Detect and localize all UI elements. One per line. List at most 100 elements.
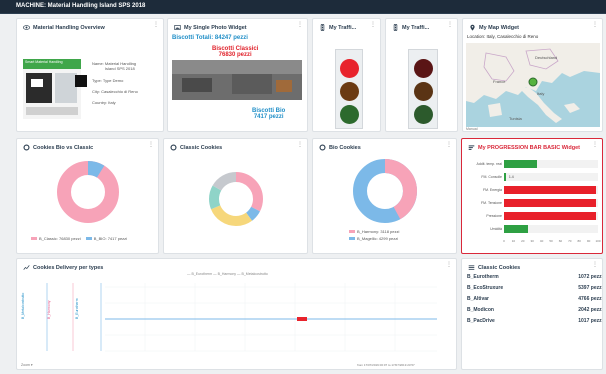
traffic-title-2: My Traffi... <box>402 24 430 31</box>
traffic-green-light <box>340 105 359 124</box>
traffic-menu-icon-2[interactable]: ⋮ <box>447 22 453 28</box>
progress-row-label: FM. Consolle <box>481 175 502 179</box>
photo-widget-menu-icon[interactable]: ⋮ <box>297 22 303 28</box>
delivery-chart[interactable] <box>25 279 445 361</box>
classic-cookies-title: Classic Cookies <box>180 144 223 151</box>
list-item-name: B_Altivar <box>467 296 489 302</box>
type-label: Type: <box>92 78 102 83</box>
zoom-control[interactable]: Zoom ▾ <box>21 363 33 367</box>
overview-photo-sign: Smart Material Handling <box>23 59 81 69</box>
progress-row-label: Umidità <box>490 227 502 231</box>
progress-tick-label: 100 <box>595 239 601 243</box>
map-view[interactable] <box>466 43 600 127</box>
photo-widget-title: My Single Photo Widget <box>184 24 247 31</box>
progress-bar-card: My PROGRESSION BAR BASIC Widget ⋮ Addit.… <box>461 138 603 254</box>
progress-tick-label: 0 <box>503 239 505 243</box>
city-label: City: <box>92 89 100 94</box>
progress-title: My PROGRESSION BAR BASIC Widget <box>478 144 581 151</box>
traffic-title-1: My Traffi... <box>329 24 357 31</box>
progress-tick-label: 80 <box>577 239 581 243</box>
bio-cookies-donut <box>353 159 417 223</box>
progress-tick-label: 90 <box>586 239 591 243</box>
progress-bars-icon <box>468 145 475 150</box>
classic-cookies-donut <box>209 172 263 226</box>
delivery-range: from 17/07/2019 00:07 to 17/07/2019 23:5… <box>357 363 415 367</box>
map-marker[interactable] <box>528 77 538 87</box>
traffic-light-1 <box>335 49 363 129</box>
bio-cookies-menu-icon[interactable]: ⋮ <box>446 142 452 148</box>
list-item-value: 4766 pezzi <box>578 296 603 302</box>
progress-value-text: 1.4 <box>508 175 514 179</box>
location-label: Location: <box>467 34 486 39</box>
delivery-card: Cookies Delivery per types ⋮ — B_Eurothe… <box>16 258 457 370</box>
bio-vs-classic-title: Cookies Bio vs Classic <box>33 144 94 151</box>
traffic-light-icon <box>320 24 325 31</box>
bio-value: 7417 pezzi <box>253 114 284 120</box>
overview-title: Material Handling Overview <box>33 24 105 31</box>
map-menu-icon[interactable]: ⋮ <box>592 22 598 28</box>
progress-tick-label: 10 <box>511 239 516 243</box>
donut-chart-icon <box>319 144 326 151</box>
progress-row-label: FM. Energia <box>482 188 502 192</box>
image-icon <box>174 25 181 30</box>
list-item-name: B_Eurotherm <box>467 274 499 280</box>
list-item-name: B_Modicon <box>467 307 494 313</box>
progress-tick-label: 30 <box>530 239 534 243</box>
traffic-red-light <box>340 59 359 78</box>
legend-classic: B_Classic: 76830 pezzi <box>39 236 81 241</box>
legend-magellic: B_Magellic: 4299 pezzi <box>357 236 399 241</box>
overview-card: Material Handling Overview ⋮ Smart Mater… <box>16 18 164 132</box>
progress-row-label: Addit. temp. real <box>476 162 502 166</box>
list-item: B_Modicon 2042 pezzi <box>467 307 603 313</box>
bio-vs-classic-menu-icon[interactable]: ⋮ <box>148 142 154 148</box>
overview-menu-icon[interactable]: ⋮ <box>153 22 159 28</box>
factory-photo <box>172 60 302 100</box>
traffic-light-2 <box>408 49 438 129</box>
classic-cookies-card: Classic Cookies ⋮ <box>163 138 308 254</box>
classic-list-menu-icon[interactable]: ⋮ <box>592 262 598 268</box>
progress-fill <box>504 186 597 194</box>
progress-track <box>504 173 598 181</box>
traffic-light-icon <box>393 24 398 31</box>
donut-chart-icon <box>170 144 177 151</box>
progress-menu-icon[interactable]: ⋮ <box>592 142 598 148</box>
legend-swatch <box>349 230 355 234</box>
progress-row-label: FM. Tensione <box>481 201 502 205</box>
list-item-value: 1017 pezzi <box>578 318 603 324</box>
traffic-light-card-2: My Traffi... ⋮ <box>385 18 458 132</box>
progress-row-label: Pressione <box>486 214 502 218</box>
list-icon <box>468 265 475 270</box>
list-item-value: 5397 pezzi <box>578 285 603 291</box>
delivery-menu-icon[interactable]: ⋮ <box>446 262 452 268</box>
bio-vs-classic-card: Cookies Bio vs Classic ⋮ B_Classic: 7683… <box>16 138 159 254</box>
totals-value: 84247 pezzi <box>214 35 248 41</box>
map-title: My Map Widget <box>479 24 519 31</box>
legend-harmony: B_Harmony: 3118 pezzi <box>357 229 400 234</box>
delivery-title: Cookies Delivery per types <box>33 264 104 271</box>
list-item-name: B_PacDrive <box>467 318 495 324</box>
progress-tick-label: 40 <box>539 239 544 243</box>
progress-tick-label: 70 <box>568 239 572 243</box>
progress-bars: Addit. temp. real FM. Consolle 1.4 FM. Ener… <box>462 156 602 238</box>
list-item-value: 1072 pezzi <box>578 274 603 280</box>
classic-list-card: Classic Cookies ⋮ B_Eurotherm 1072 pezzi B… <box>461 258 603 370</box>
country-label: Country: <box>92 100 108 105</box>
list-item-value: 2042 pezzi <box>578 307 603 313</box>
bio-vs-classic-donut <box>57 161 119 223</box>
legend-swatch <box>85 237 92 241</box>
bio-cookies-title: Bio Cookies <box>329 144 361 151</box>
progress-tick-label: 20 <box>521 239 525 243</box>
traffic-menu-icon-1[interactable]: ⋮ <box>370 22 376 28</box>
donut-slice-classic <box>57 161 119 223</box>
map-label-italy: Italy <box>537 91 545 96</box>
list-item-name: B_EcoStruxure <box>467 285 504 291</box>
classic-cookies-menu-icon[interactable]: ⋮ <box>297 142 303 148</box>
name-value: Material Handling Island SPS 2018 <box>104 61 137 71</box>
name-label: Name: <box>92 61 104 66</box>
traffic-green-light <box>414 105 433 124</box>
progress-tick-label: 60 <box>558 239 563 243</box>
totals-label: Biscotti Totali <box>172 35 212 41</box>
delivery-legend-1: B_Harmony <box>217 272 237 276</box>
list-item: B_Altivar 4766 pezzi <box>467 296 603 302</box>
list-item: B_EcoStruxure 5397 pezzi <box>467 285 603 291</box>
